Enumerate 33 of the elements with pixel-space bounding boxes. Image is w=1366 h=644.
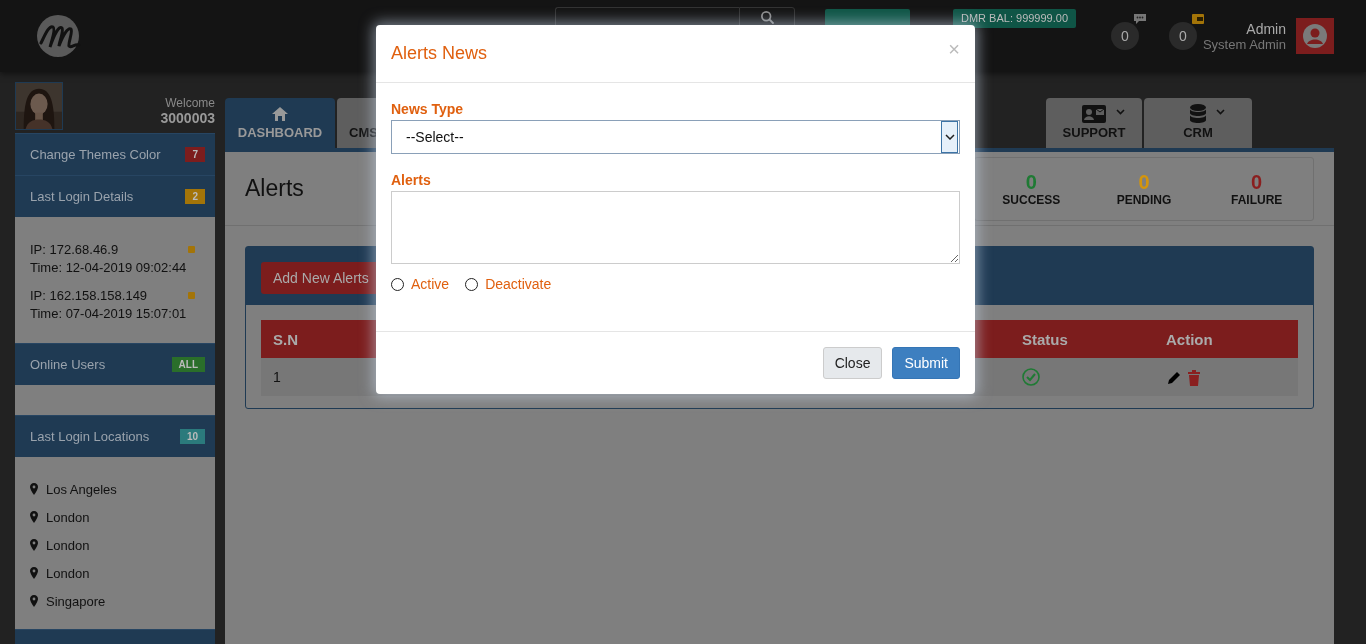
welcome-label: Welcome: [165, 96, 215, 110]
user-role: System Admin: [1202, 36, 1286, 52]
stat-value: 0: [1025, 170, 1037, 193]
balance-badge: DMR BAL: 999999.00: [953, 9, 1076, 28]
user-name: Admin: [1246, 20, 1286, 37]
count-badge: 2: [185, 189, 205, 204]
location-name: London: [46, 509, 90, 525]
login-time: Time: 12-04-2019 09:02:44: [30, 259, 187, 277]
count-badge: ALL: [171, 357, 205, 372]
location-name: Los Angeles: [46, 481, 117, 497]
field-label: Alerts: [391, 172, 432, 188]
panel-title: Last Login Locations: [30, 429, 150, 444]
table-cell: 1: [261, 358, 373, 396]
login-ip: IP: 172.68.46.9: [30, 241, 120, 259]
page-title: Alerts: [245, 175, 304, 202]
login-ip: IP: 162.158.158.149: [30, 287, 149, 305]
count-badge: 7: [185, 147, 205, 162]
stat-label: FAILURE: [1231, 192, 1283, 207]
count-badge: 10: [179, 429, 205, 444]
stat-label: PENDING: [1116, 192, 1172, 207]
field-label: News Type: [391, 101, 465, 117]
location-name: Singapore: [46, 593, 106, 609]
user-id: 3000003: [160, 110, 215, 126]
panel-title: Last Login Details: [30, 189, 134, 204]
login-time: Time: 07-04-2019 15:07:01: [30, 305, 187, 323]
stat-value: 0: [1138, 170, 1150, 193]
panel-title: Online Users: [30, 357, 106, 372]
location-name: London: [46, 537, 90, 553]
stat-value: 0: [1251, 170, 1263, 193]
location-name: London: [46, 565, 90, 581]
dialog-title: Alerts News: [391, 43, 488, 64]
stat-label: SUCCESS: [1002, 192, 1061, 207]
panel-title: Change Themes Color: [30, 147, 161, 162]
